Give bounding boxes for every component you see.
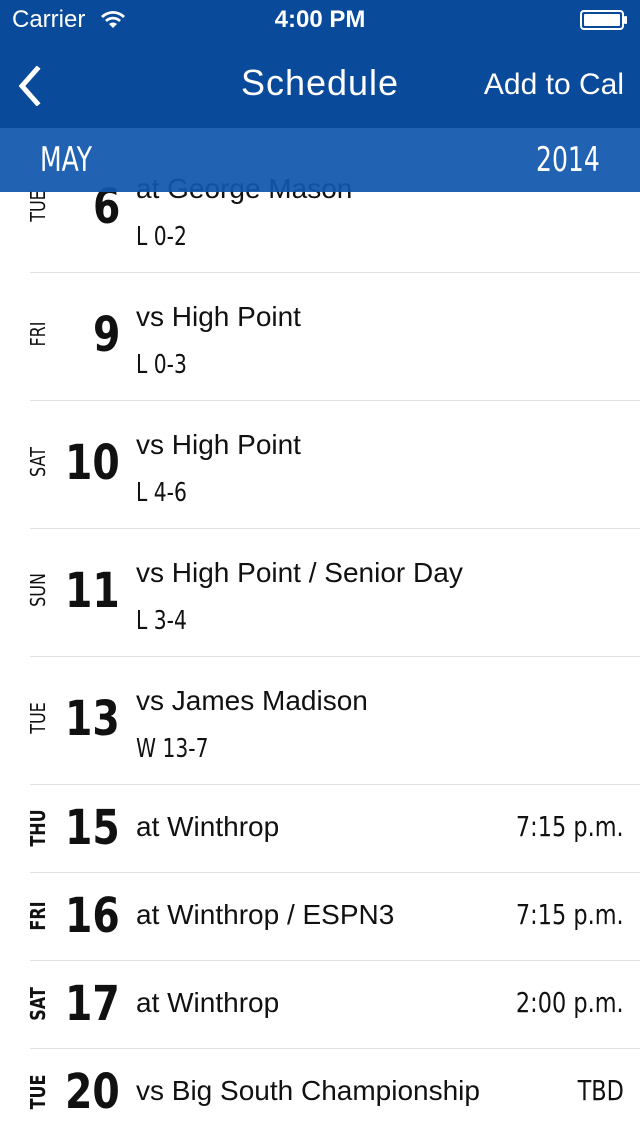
opponent-label: vs High Point: [136, 301, 301, 332]
game-time: 2:00 p.m.: [516, 986, 624, 1019]
battery-icon: [580, 10, 627, 30]
day-of-week-text: FRI: [26, 901, 50, 931]
game-row[interactable]: SAT 10 vs High Point L 4-6: [0, 400, 640, 529]
day-of-week-text: TUE: [26, 702, 50, 734]
schedule-list: TUE6at George MasonL 0-2FRI9vs High Poin…: [0, 144, 640, 1136]
game-result: W 13-7: [136, 734, 209, 764]
status-time: 4:00 PM: [274, 6, 366, 33]
game-time: TBD: [577, 1074, 624, 1107]
day-of-week-text: SUN: [26, 573, 50, 607]
day-of-week-text: TUE: [26, 190, 50, 222]
day-number: 13: [65, 691, 120, 747]
month-label: MAY: [40, 140, 92, 180]
game-row[interactable]: SAT 17 at Winthrop 2:00 p.m.: [0, 960, 640, 1049]
game-row[interactable]: TUE 13 vs James Madison W 13-7: [0, 656, 640, 785]
day-of-week-text: THU: [26, 809, 50, 847]
opponent-label: vs High Point / Senior Day: [136, 557, 463, 588]
day-number: 17: [65, 976, 120, 1032]
day-of-week-text: TUE: [26, 1074, 50, 1110]
add-to-calendar-button[interactable]: Add to Cal: [484, 66, 624, 104]
day-number: 11: [65, 563, 120, 619]
day-number: 10: [65, 435, 120, 491]
schedule-screen: Carrier 4:00 PM Schedule Add to Cal MAY …: [0, 0, 640, 1136]
month-section-header: MAY 2014: [0, 128, 640, 192]
day-number: 15: [65, 800, 120, 856]
opponent-label: vs High Point: [136, 429, 301, 460]
day-of-week-text: FRI: [26, 321, 50, 347]
opponent-label: vs Big South Championship: [136, 1075, 480, 1106]
opponent-label: at Winthrop: [136, 811, 280, 842]
opponent-label: vs James Madison: [136, 685, 368, 716]
day-number: 20: [65, 1064, 120, 1120]
game-result: L 3-4: [136, 606, 187, 636]
day-of-week-text: SAT: [26, 447, 50, 477]
game-row[interactable]: SUN 11 vs High Point / Senior Day L 3-4: [0, 528, 640, 657]
game-row[interactable]: TUE 20 vs Big South Championship TBD: [0, 1048, 640, 1136]
status-bar: Carrier 4:00 PM: [0, 0, 640, 40]
navigation-bar: Schedule Add to Cal: [0, 40, 640, 128]
year-label: 2014: [536, 140, 600, 180]
game-time: 7:15 p.m.: [516, 810, 624, 843]
game-time: 7:15 p.m.: [516, 898, 624, 931]
game-result: L 0-2: [136, 222, 187, 252]
opponent-label: at Winthrop: [136, 987, 280, 1018]
day-of-week-text: SAT: [26, 987, 50, 1021]
game-row[interactable]: FRI 9 vs High Point L 0-3: [0, 272, 640, 401]
day-number: 16: [65, 888, 120, 944]
game-result: L 0-3: [136, 350, 187, 380]
game-result: L 4-6: [136, 478, 187, 508]
game-row[interactable]: THU 15 at Winthrop 7:15 p.m.: [0, 784, 640, 873]
opponent-label: at Winthrop / ESPN3: [136, 899, 395, 930]
day-number: 9: [92, 307, 120, 363]
game-row[interactable]: FRI 16 at Winthrop / ESPN3 7:15 p.m.: [0, 872, 640, 961]
